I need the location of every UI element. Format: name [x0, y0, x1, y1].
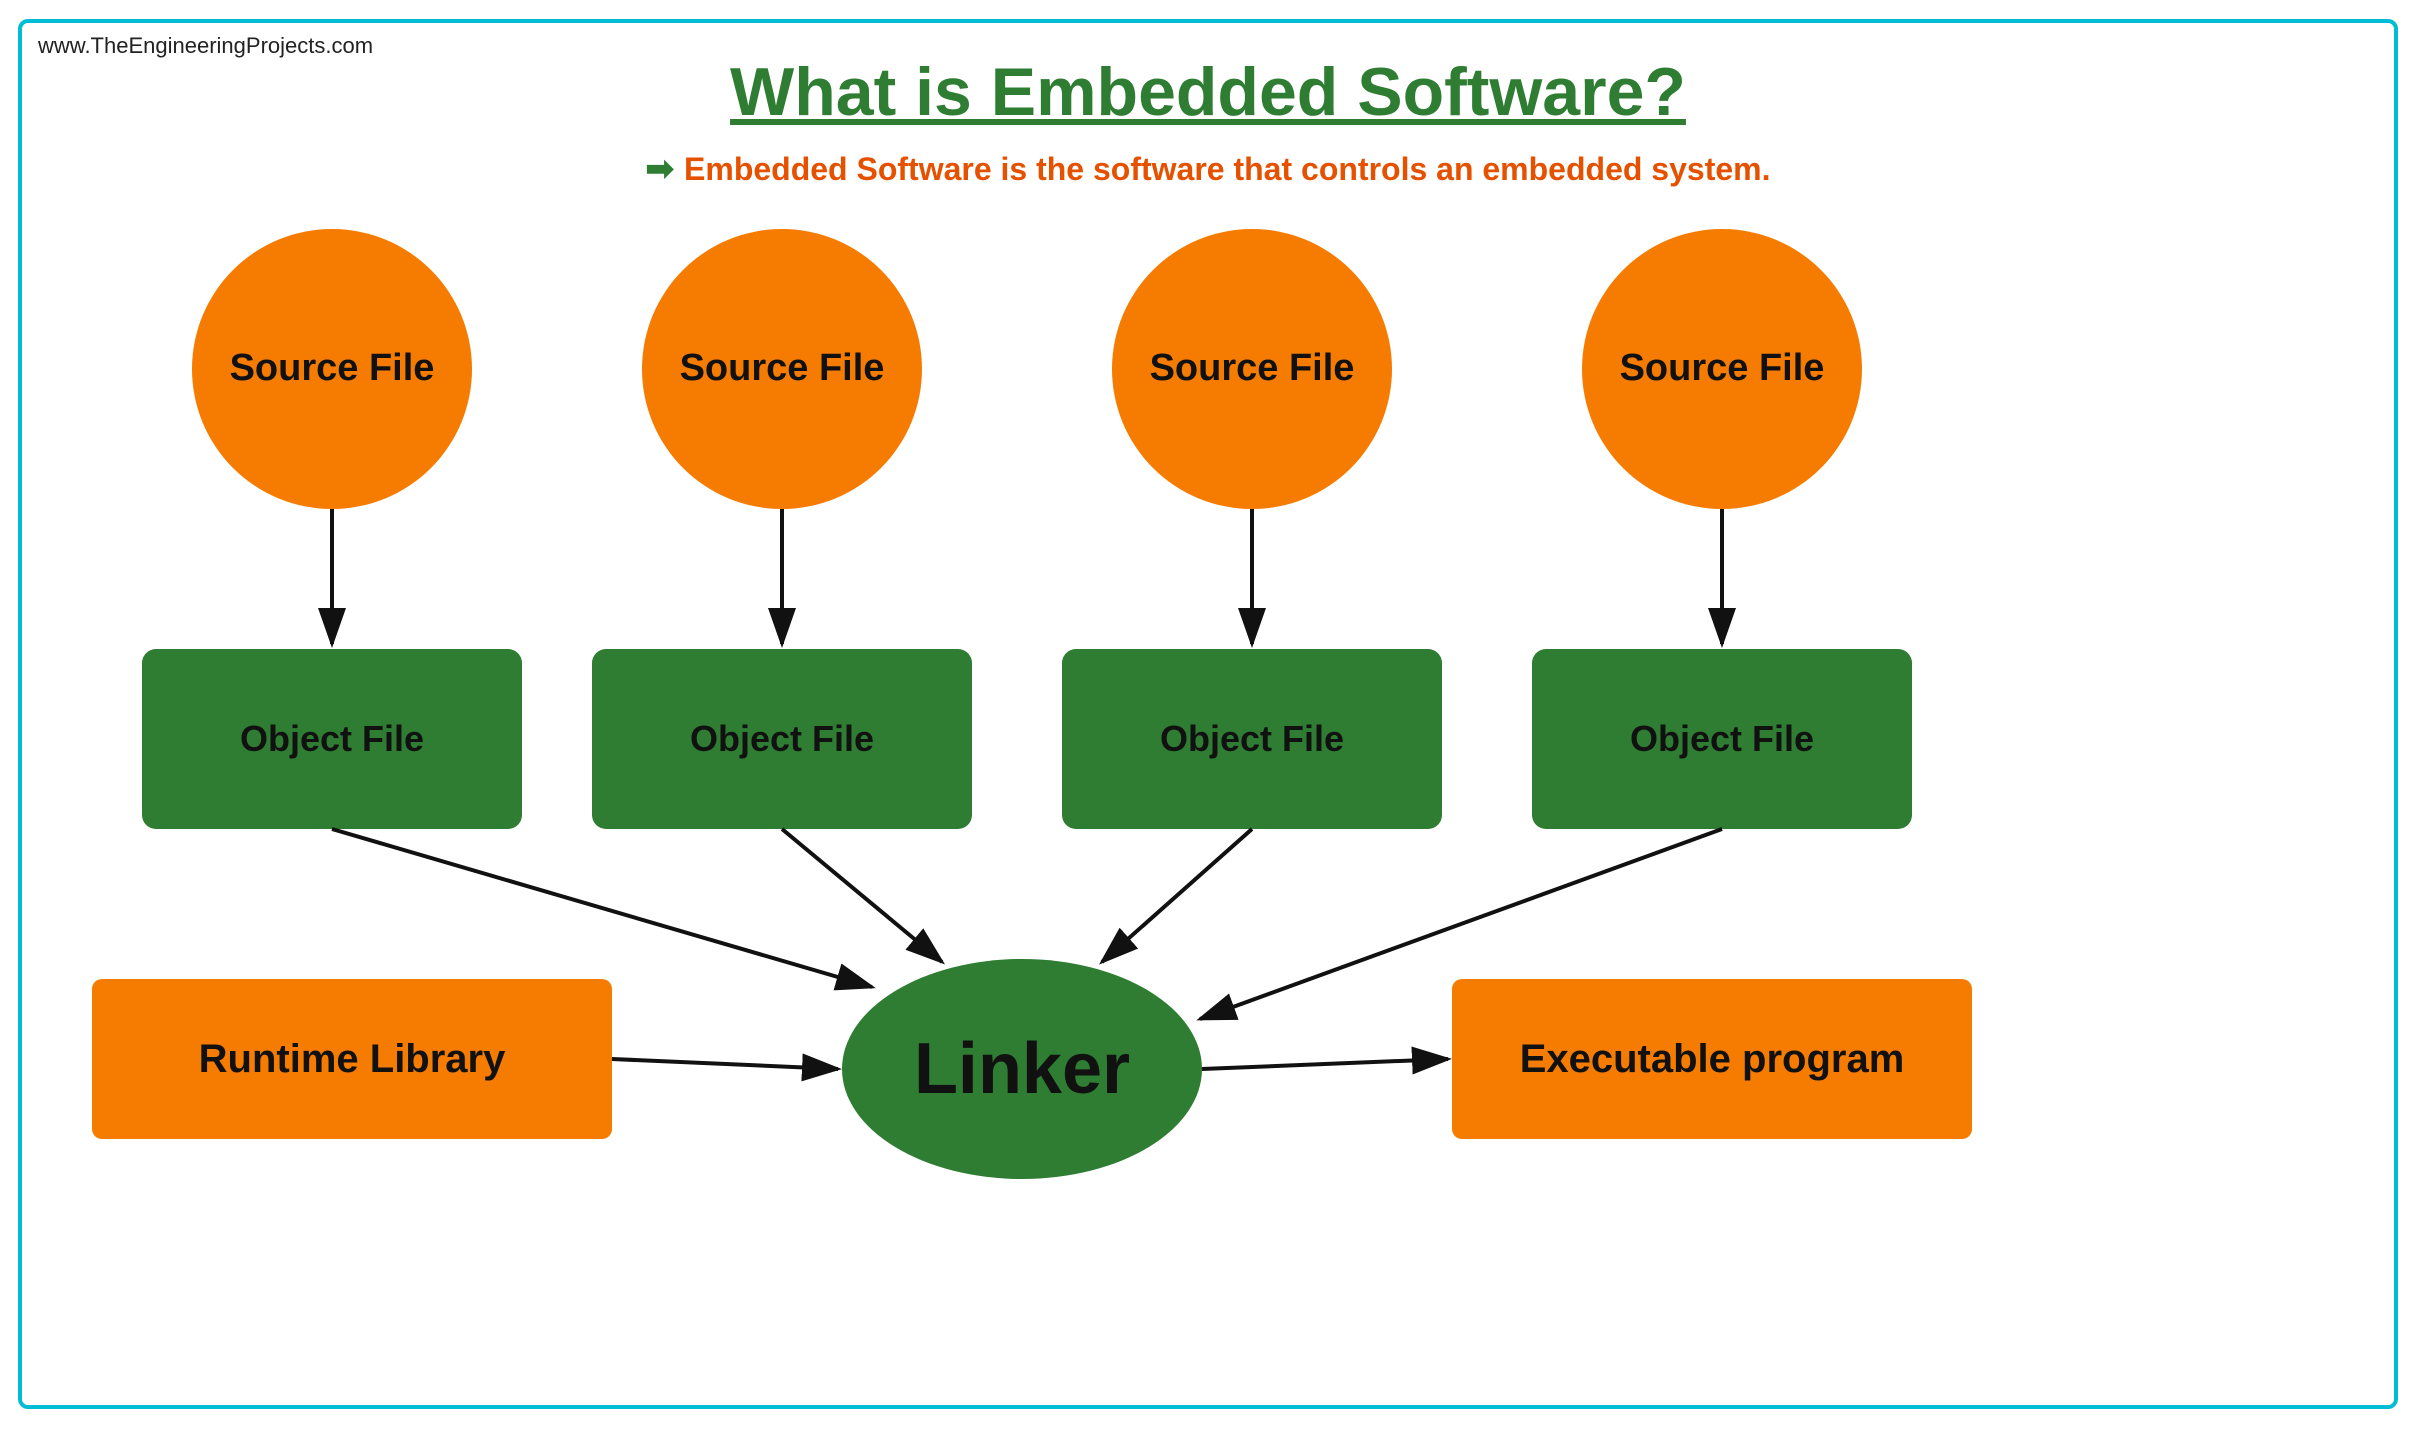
website-url: www.TheEngineeringProjects.com [38, 33, 373, 59]
page-title: What is Embedded Software? [52, 53, 2364, 131]
source-file-circle-3: Source File [1112, 229, 1392, 509]
linker-ellipse: Linker [842, 959, 1202, 1179]
object-file-rect-4: Object File [1532, 649, 1912, 829]
source-file-circle-4: Source File [1582, 229, 1862, 509]
arrow-icon: ➡ [646, 150, 675, 188]
diagram: Source File Source File Source File Sour… [52, 229, 2364, 1329]
object-file-rect-1: Object File [142, 649, 522, 829]
runtime-library-rect: Runtime Library [92, 979, 612, 1139]
source-file-circle-1: Source File [192, 229, 472, 509]
executable-rect: Executable program [1452, 979, 1972, 1139]
object-file-rect-3: Object File [1062, 649, 1442, 829]
object-file-rect-2: Object File [592, 649, 972, 829]
outer-border: www.TheEngineeringProjects.com What is E… [18, 19, 2398, 1409]
subtitle-text: Embedded Software is the software that c… [684, 151, 1770, 187]
source-file-circle-2: Source File [642, 229, 922, 509]
subtitle: ➡Embedded Software is the software that … [52, 149, 2364, 189]
